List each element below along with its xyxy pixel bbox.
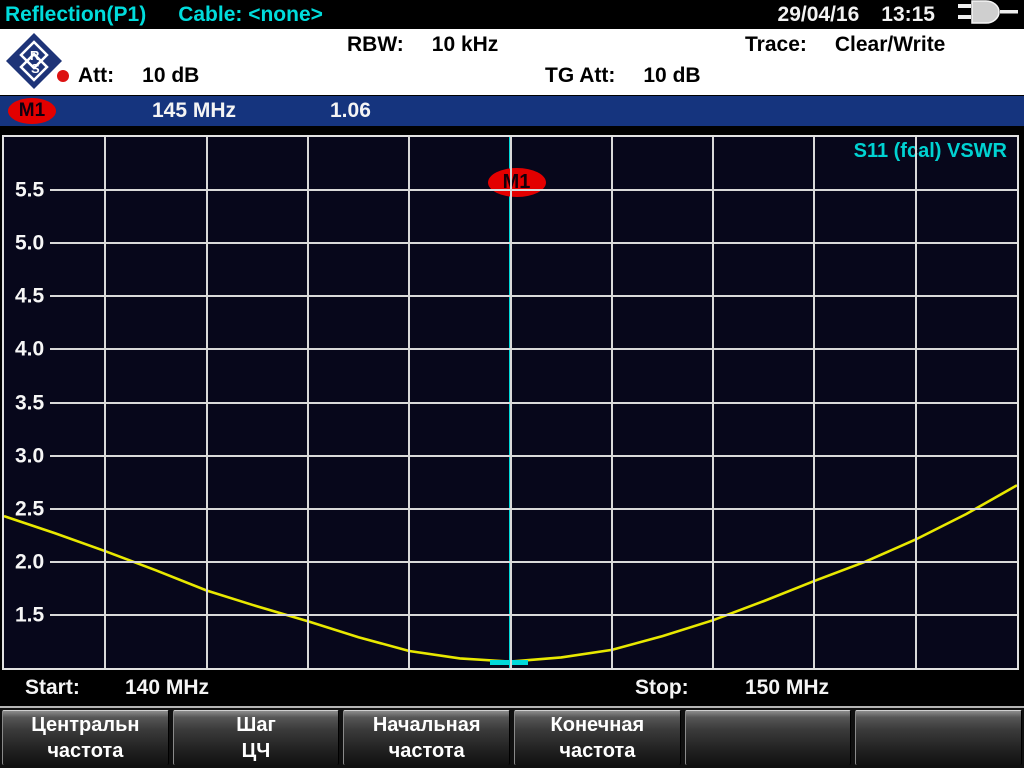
tg-att-setting: TG Att: 10 dB [545,64,701,88]
marker-readout-bar: M1 145 MHz 1.06 [0,96,1024,126]
grid-hline [50,295,1017,297]
ac-plug-icon [957,0,1019,31]
marker-m1-flag[interactable]: M1 [488,168,546,197]
rbw-setting: RBW: 10 kHz [347,33,498,57]
stop-frequency: 150 MHz [745,676,829,700]
softkey-empty-5[interactable] [685,710,852,765]
grid-hline [50,402,1017,404]
y-axis-tick-label: 5.0 [4,233,46,254]
y-axis-tick-label: 3.0 [4,445,46,466]
y-axis-tick-label: 5.5 [4,180,46,201]
grid-hline [50,614,1017,616]
stop-label: Stop: [635,676,689,700]
softkey-bar: Центральнчастота ШагЦЧ Начальнаячастота … [0,706,1024,768]
trace-setting: Trace: Clear/Write [745,33,945,57]
title-bar: Reflection(P1) Cable: <none> 29/04/16 13… [0,0,1024,29]
time: 13:15 [881,3,935,27]
marker-frequency: 145 MHz [152,99,236,123]
rbw-label: RBW: [347,33,404,56]
grid-hline [50,242,1017,244]
y-axis-tick-label: 2.5 [4,498,46,519]
rbw-value: 10 kHz [432,33,499,56]
softkey-center-frequency[interactable]: Центральнчастота [2,710,169,765]
y-axis-tick-label: 2.0 [4,551,46,572]
y-axis-tick-label: 3.5 [4,392,46,413]
start-label: Start: [25,676,80,700]
marker-position-indicator[interactable] [490,660,528,665]
softkey-cf-step[interactable]: ШагЦЧ [173,710,340,765]
grid-hline [50,508,1017,510]
cable-setting: Cable: <none> [178,3,323,27]
att-value: 10 dB [142,64,199,88]
measurement-chart: M1 S11 (fcal) VSWR 5.5 5.0 4.5 4.0 3.5 3.0 2.5… [2,135,1019,670]
grid-hline [50,189,1017,191]
att-indicator-dot [57,70,69,82]
grid-hline [50,561,1017,563]
date: 29/04/16 [778,3,860,27]
grid-hline [50,348,1017,350]
start-frequency: 140 MHz [125,676,209,700]
svg-text:S: S [31,61,40,76]
tg-att-label: TG Att: [545,64,615,87]
y-axis-tick-label: 1.5 [4,604,46,625]
softkey-stop-frequency[interactable]: Конечнаячастота [514,710,681,765]
softkey-empty-6[interactable] [855,710,1022,765]
tg-att-value: 10 dB [643,64,700,87]
measurement-mode: Reflection(P1) [5,3,146,27]
marker-m1-badge[interactable]: M1 [8,98,56,124]
rohde-schwarz-logo: R S [5,32,63,96]
y-axis-tick-label: 4.0 [4,339,46,360]
marker-value: 1.06 [330,99,371,123]
trace-label: Trace: [745,33,807,56]
softkey-start-frequency[interactable]: Начальнаячастота [343,710,510,765]
trace-annotation: S11 (fcal) VSWR [854,140,1007,163]
y-axis-tick-label: 4.5 [4,286,46,307]
trace-value: Clear/Write [835,33,946,56]
analyzer-screen: Reflection(P1) Cable: <none> 29/04/16 13… [0,0,1024,768]
att-setting: Att: 10 dB [57,64,199,88]
grid-hline [50,455,1017,457]
frequency-range-bar: Start: 140 MHz Stop: 150 MHz [0,674,1024,704]
chart-grid-area: M1 S11 (fcal) VSWR 5.5 5.0 4.5 4.0 3.5 3.0 2.5… [4,137,1017,668]
att-label: Att: [78,64,114,88]
settings-bar: R S RBW: 10 kHz Trace: Clear/Write Att: 10 … [0,29,1024,95]
